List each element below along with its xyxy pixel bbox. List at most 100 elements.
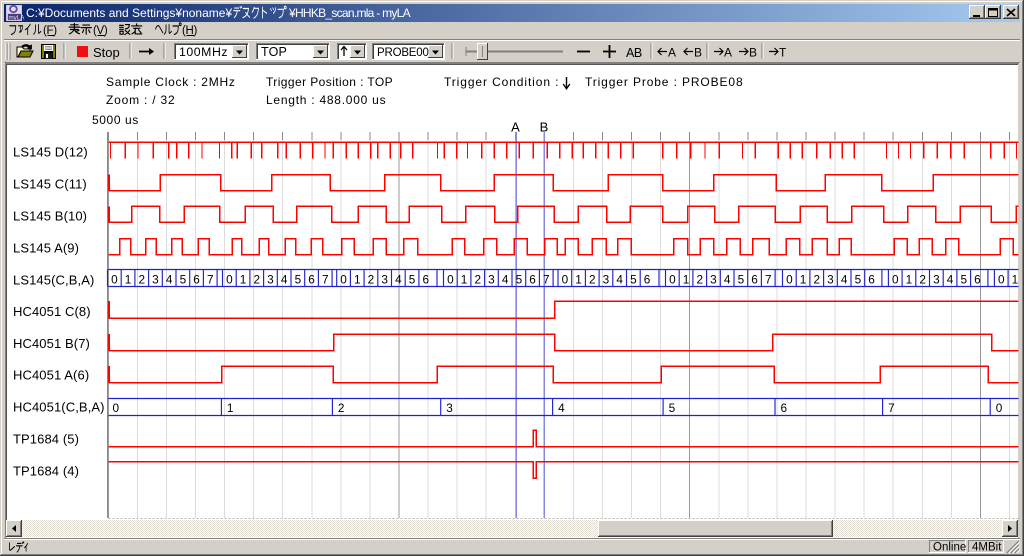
svg-text:6: 6 — [193, 272, 200, 286]
svg-text:Length : 488.000 us: Length : 488.000 us — [266, 93, 386, 107]
svg-text:5: 5 — [738, 272, 745, 286]
svg-text:4: 4 — [616, 272, 623, 286]
svg-text:4: 4 — [502, 272, 509, 286]
svg-text:6: 6 — [422, 272, 429, 286]
svg-text:A: A — [511, 120, 520, 135]
svg-text:2: 2 — [919, 272, 926, 286]
svg-text:Zoom : / 32: Zoom : / 32 — [106, 93, 176, 107]
svg-text:7: 7 — [765, 272, 772, 286]
svg-text:5: 5 — [855, 272, 862, 286]
svg-text:1: 1 — [125, 272, 132, 286]
svg-text:5: 5 — [180, 272, 187, 286]
svg-text:0: 0 — [340, 272, 347, 286]
svg-text:3: 3 — [446, 401, 453, 415]
svg-text:3: 3 — [488, 272, 495, 286]
svg-text:Stop: Stop — [93, 45, 120, 60]
svg-text:1: 1 — [906, 272, 913, 286]
svg-text:6: 6 — [529, 272, 536, 286]
svg-text:LS145 A(9): LS145 A(9) — [13, 241, 79, 256]
svg-text:6: 6 — [974, 272, 981, 286]
svg-text:5: 5 — [669, 401, 676, 415]
svg-text:1: 1 — [575, 272, 582, 286]
svg-text:4: 4 — [281, 272, 288, 286]
svg-text:0: 0 — [226, 272, 233, 286]
svg-text:2: 2 — [253, 272, 260, 286]
svg-text:LS145(C,B,A): LS145(C,B,A) — [13, 273, 94, 288]
svg-text:LS145 B(10): LS145 B(10) — [13, 209, 87, 224]
svg-text:4: 4 — [558, 401, 565, 415]
svg-text:HC4051 B(7): HC4051 B(7) — [13, 336, 90, 351]
svg-text:HC4051 A(6): HC4051 A(6) — [13, 368, 89, 383]
svg-text:5: 5 — [516, 272, 523, 286]
svg-text:2: 2 — [696, 272, 703, 286]
svg-text:Trigger Condition :: Trigger Condition : — [444, 75, 559, 89]
svg-text:1: 1 — [461, 272, 468, 286]
svg-text:3: 3 — [710, 272, 717, 286]
svg-text:Online: Online — [933, 542, 966, 554]
svg-text:0: 0 — [669, 272, 676, 286]
svg-text:6: 6 — [308, 272, 315, 286]
svg-text:0: 0 — [786, 272, 793, 286]
svg-text:5000 us: 5000 us — [92, 113, 139, 127]
svg-text:A: A — [724, 46, 732, 60]
svg-text:6: 6 — [751, 272, 758, 286]
svg-text:7: 7 — [888, 401, 895, 415]
svg-text:3: 3 — [827, 272, 834, 286]
svg-text:4: 4 — [395, 272, 402, 286]
svg-text:PROBE00: PROBE00 — [377, 47, 429, 59]
svg-text:0: 0 — [111, 272, 118, 286]
svg-text:B: B — [749, 46, 757, 60]
svg-text:2: 2 — [589, 272, 596, 286]
svg-text:B: B — [694, 46, 702, 60]
svg-text:1: 1 — [800, 272, 807, 286]
svg-text:5: 5 — [960, 272, 967, 286]
svg-text:3: 3 — [381, 272, 388, 286]
svg-text:0: 0 — [447, 272, 454, 286]
svg-text:2: 2 — [813, 272, 820, 286]
svg-text:¥HHKB_scan.mla - myLA: ¥HHKB_scan.mla - myLA — [288, 6, 411, 20]
svg-text:LS145 D(12): LS145 D(12) — [13, 145, 88, 160]
svg-text:4MBit: 4MBit — [972, 542, 1002, 554]
svg-text:0: 0 — [562, 272, 569, 286]
svg-text:2: 2 — [474, 272, 481, 286]
svg-text:0: 0 — [998, 272, 1005, 286]
svg-text:Trigger Position : TOP: Trigger Position : TOP — [266, 75, 393, 89]
svg-text:4: 4 — [841, 272, 848, 286]
svg-text:2: 2 — [338, 401, 345, 415]
svg-text:A: A — [668, 46, 676, 60]
svg-text:TP1684 (5): TP1684 (5) — [13, 432, 79, 447]
svg-text:100MHz: 100MHz — [179, 45, 228, 59]
svg-text:4: 4 — [947, 272, 954, 286]
svg-text:5: 5 — [630, 272, 637, 286]
svg-text:2: 2 — [138, 272, 145, 286]
svg-text:AB: AB — [626, 46, 642, 60]
svg-text:7: 7 — [207, 272, 214, 286]
svg-text:HC4051 C(8): HC4051 C(8) — [13, 304, 91, 319]
svg-text:1: 1 — [683, 272, 690, 286]
svg-text:0: 0 — [996, 401, 1003, 415]
svg-text:5: 5 — [409, 272, 416, 286]
svg-text:0: 0 — [113, 401, 120, 415]
svg-text:6: 6 — [781, 401, 788, 415]
svg-text:7: 7 — [543, 272, 550, 286]
svg-text:5: 5 — [295, 272, 302, 286]
svg-text:0: 0 — [892, 272, 899, 286]
svg-text:1: 1 — [240, 272, 247, 286]
svg-text:3: 3 — [152, 272, 159, 286]
svg-text:LS145 C(11): LS145 C(11) — [13, 177, 87, 192]
svg-text:B: B — [540, 120, 549, 135]
svg-text:T: T — [779, 46, 787, 60]
svg-text:3: 3 — [933, 272, 940, 286]
svg-text:6: 6 — [644, 272, 651, 286]
svg-text:1: 1 — [1012, 272, 1019, 286]
svg-text:TP1684 (4): TP1684 (4) — [13, 464, 79, 479]
svg-text:3: 3 — [267, 272, 274, 286]
svg-text:6: 6 — [868, 272, 875, 286]
svg-text:3: 3 — [603, 272, 610, 286]
svg-text:Sample Clock : 2MHz: Sample Clock : 2MHz — [106, 75, 236, 89]
svg-text:myLA: myLA — [9, 15, 26, 22]
svg-text:1: 1 — [354, 272, 361, 286]
svg-text:Trigger Probe : PROBE08: Trigger Probe : PROBE08 — [585, 75, 744, 89]
svg-text:2: 2 — [368, 272, 375, 286]
svg-text:4: 4 — [724, 272, 731, 286]
